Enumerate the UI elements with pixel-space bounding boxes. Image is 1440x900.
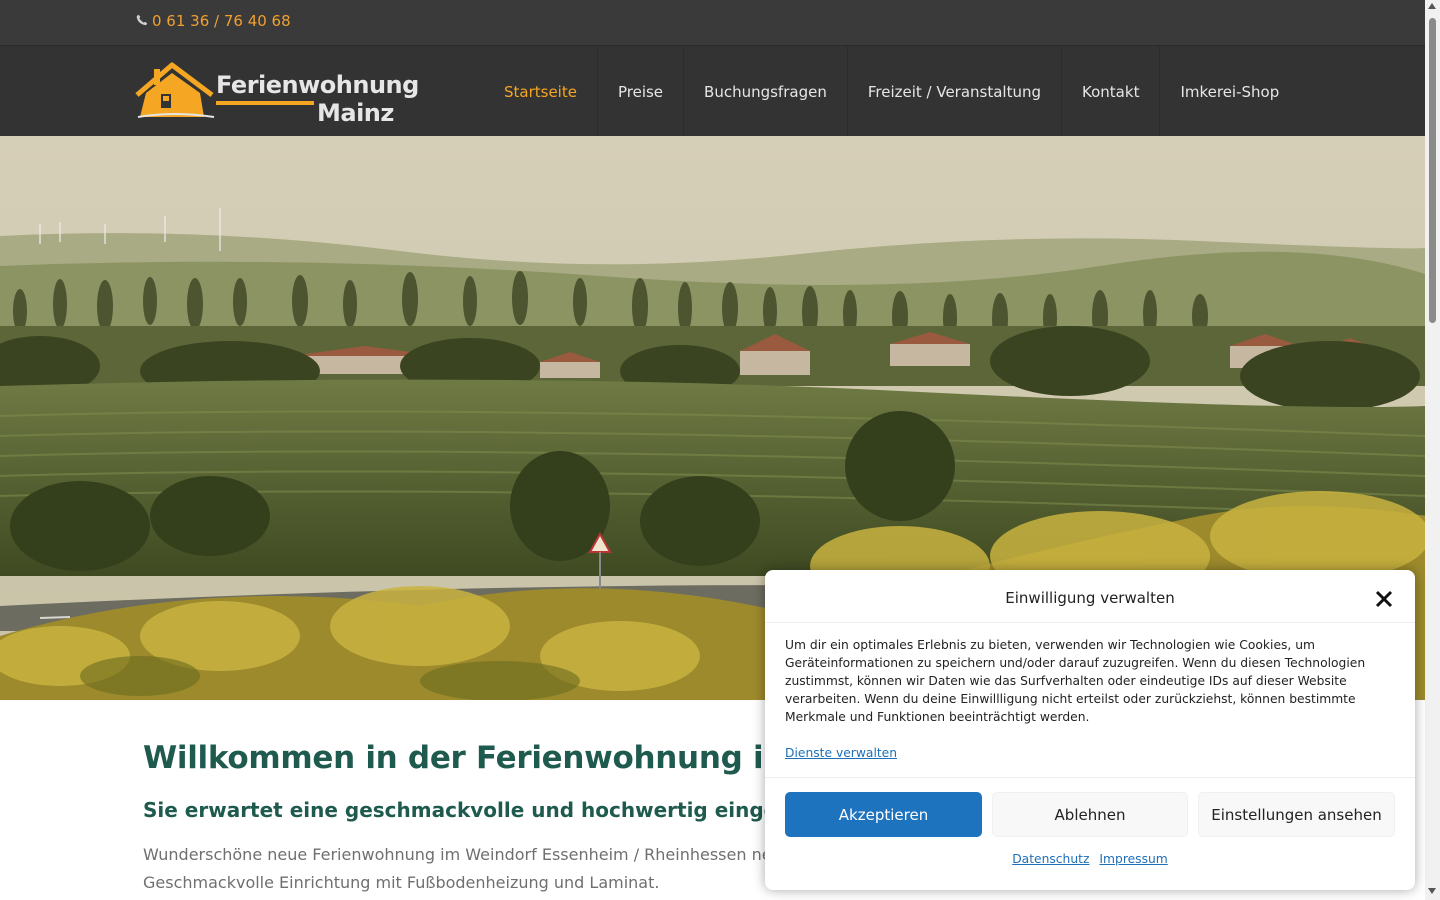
menu-item-freizeit[interactable]: Freizeit / Veranstaltung bbox=[848, 46, 1063, 137]
main-menu: Startseite Preise Buchungsfragen Freizei… bbox=[484, 46, 1299, 140]
view-settings-button[interactable]: Einstellungen ansehen bbox=[1198, 792, 1395, 837]
menu-item-kontakt[interactable]: Kontakt bbox=[1062, 46, 1161, 137]
menu-item-startseite[interactable]: Startseite bbox=[484, 46, 598, 140]
menu-item-preise[interactable]: Preise bbox=[598, 46, 685, 137]
logo-underline bbox=[216, 101, 314, 105]
divider bbox=[765, 622, 1415, 623]
intro-text-line1: Wunderschöne neue Ferienwohnung im Weind… bbox=[143, 845, 845, 864]
phone-icon bbox=[136, 12, 148, 30]
privacy-link[interactable]: Datenschutz bbox=[1012, 852, 1089, 866]
phone-link[interactable]: 0 61 36 / 76 40 68 bbox=[136, 12, 291, 30]
menu-item-imkerei-shop[interactable]: Imkerei-Shop bbox=[1160, 46, 1299, 137]
phone-number: 0 61 36 / 76 40 68 bbox=[152, 12, 291, 30]
intro-text-line2: Geschmackvolle Einrichtung mit Fußbodenh… bbox=[143, 873, 660, 892]
site-logo[interactable]: Ferienwohnung Mainz bbox=[134, 61, 419, 127]
page-subtitle: Sie erwartet eine geschmackvolle und hoc… bbox=[143, 798, 844, 822]
page: 0 61 36 / 76 40 68 Ferienwohnung Mainz S… bbox=[0, 0, 1440, 900]
logo-text-line2: Mainz bbox=[317, 99, 394, 127]
main-navbar: Ferienwohnung Mainz Startseite Preise Bu… bbox=[0, 45, 1425, 140]
logo-text-line1: Ferienwohnung bbox=[216, 71, 419, 99]
manage-services-link[interactable]: Dienste verwalten bbox=[785, 746, 897, 760]
menu-item-buchungsfragen[interactable]: Buchungsfragen bbox=[684, 46, 848, 137]
accept-button[interactable]: Akzeptieren bbox=[785, 792, 982, 837]
close-icon[interactable] bbox=[1373, 588, 1395, 610]
page-scrollbar[interactable] bbox=[1425, 0, 1440, 900]
top-bar: 0 61 36 / 76 40 68 bbox=[0, 0, 1425, 45]
cookie-dialog-title: Einwilligung verwalten bbox=[1005, 589, 1175, 607]
house-icon bbox=[135, 62, 215, 118]
cookie-dialog-text: Um dir ein optimales Erlebnis zu bieten,… bbox=[785, 638, 1366, 724]
cookie-dialog-footer: Datenschutz Impressum bbox=[765, 852, 1415, 866]
divider bbox=[765, 777, 1415, 778]
page-title: Willkommen in der Ferienwohnung im W bbox=[143, 740, 840, 776]
scroll-up-arrow-icon[interactable] bbox=[1428, 3, 1436, 9]
scroll-thumb[interactable] bbox=[1429, 18, 1436, 323]
imprint-link[interactable]: Impressum bbox=[1099, 852, 1167, 866]
scroll-down-arrow-icon[interactable] bbox=[1428, 888, 1436, 894]
deny-button[interactable]: Ablehnen bbox=[992, 792, 1188, 837]
cookie-consent-dialog: Einwilligung verwalten Um dir ein optima… bbox=[765, 570, 1415, 890]
